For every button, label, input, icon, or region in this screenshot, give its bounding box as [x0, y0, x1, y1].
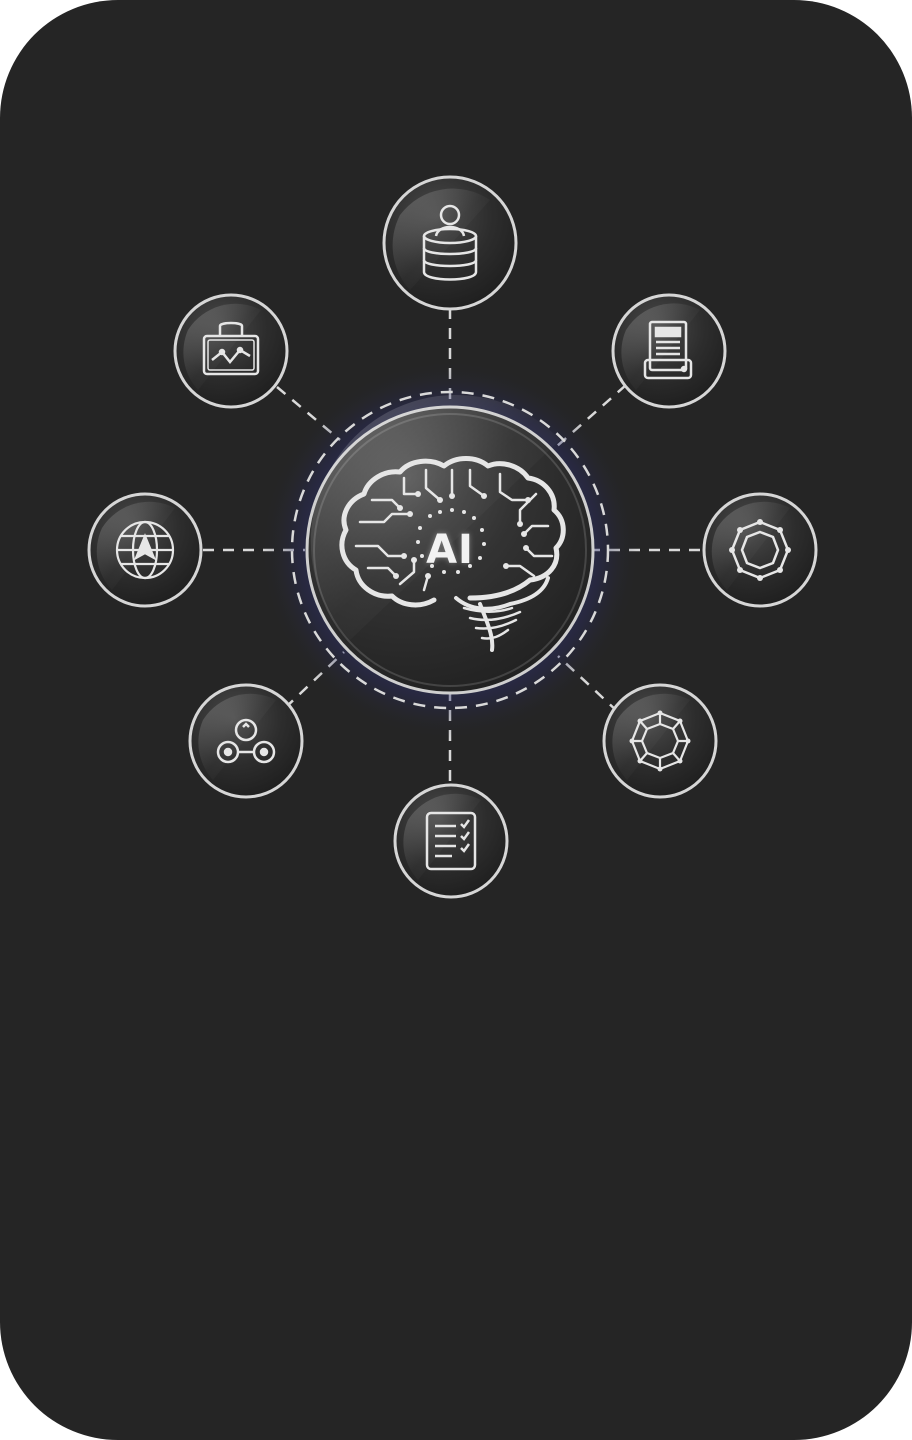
- node-right-button[interactable]: [702, 492, 818, 608]
- node-top-button[interactable]: [382, 175, 518, 311]
- ai-hub-diagram: [87, 175, 818, 899]
- node-top-right-button[interactable]: [611, 293, 727, 409]
- node-top-left-button[interactable]: [173, 293, 289, 409]
- hub-label: AI: [426, 527, 474, 573]
- node-bottom-left-button[interactable]: [188, 683, 304, 799]
- node-bottom-right-button[interactable]: [602, 683, 718, 799]
- node-bottom-button[interactable]: [393, 783, 509, 899]
- diagram-card: AI: [0, 0, 912, 1440]
- node-left-button[interactable]: [87, 492, 203, 608]
